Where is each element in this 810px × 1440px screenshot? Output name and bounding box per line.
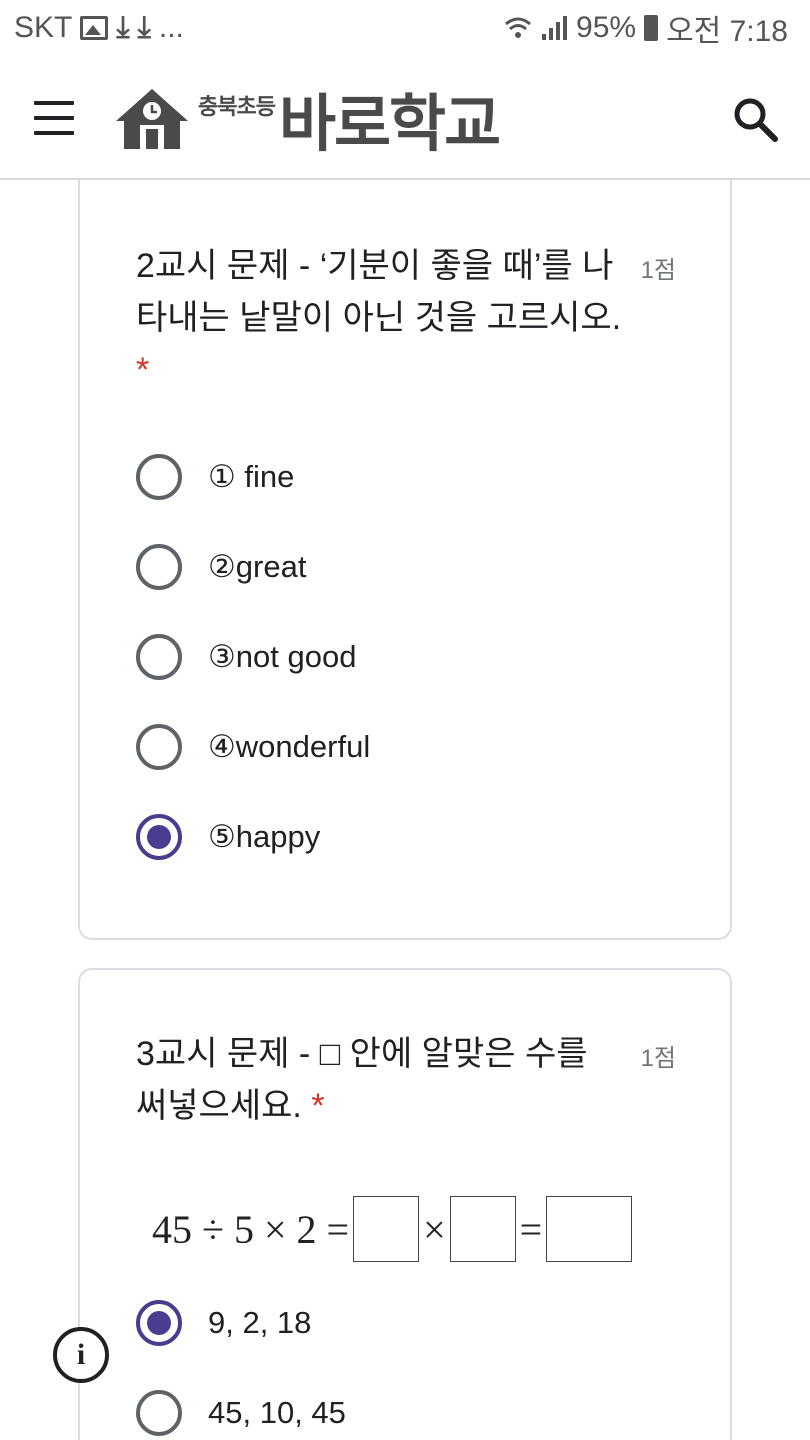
option-label: ③not good [208, 639, 357, 674]
signal-icon [542, 16, 568, 40]
question-header: 3교시 문제 - □ 안에 알맞은 수를 써넣으세요. * 1점 [136, 1028, 676, 1132]
answer-box [449, 1196, 516, 1262]
option-wonderful[interactable]: ④wonderful [136, 702, 370, 792]
battery-icon [644, 15, 659, 41]
option-label: ① fine [208, 459, 295, 494]
clock: 오전 7:18 [666, 15, 788, 48]
menu-button[interactable] [26, 96, 82, 140]
radio-button[interactable] [136, 634, 182, 680]
status-left: SKT ⤓ ⤓ ... [14, 11, 184, 45]
answer-box [353, 1196, 420, 1262]
question-title-text: 3교시 문제 - □ 안에 알맞은 수를 써넣으세요. [136, 1035, 588, 1125]
question-card-3: 3교시 문제 - □ 안에 알맞은 수를 써넣으세요. * 1점 45 ÷ 5 … [78, 968, 732, 1440]
logo-region-text: 충북초등 [198, 94, 276, 119]
battery-percent: 95% [576, 11, 637, 44]
math-equation-image: 45 ÷ 5 × 2 = × = [150, 1196, 634, 1262]
options-list: ① fine ②great ③not good ④wonderful ⑤happ… [136, 432, 370, 882]
app-bar: 충북초등 바로학교 [0, 56, 810, 180]
question-header: 2교시 문제 - ‘기분이 좋을 때’를 나타내는 낱말이 아닌 것을 고르시오… [136, 240, 676, 396]
radio-button[interactable] [136, 724, 182, 770]
image-icon [80, 16, 109, 40]
carrier-label: SKT [14, 11, 73, 44]
option-label: ④wonderful [208, 729, 371, 764]
equation-equals: = [519, 1206, 543, 1252]
status-bar: SKT ⤓ ⤓ ... 95% 오전 7:18 [0, 0, 810, 56]
download-icon: ⤓ [137, 11, 151, 44]
required-mark: * [311, 1087, 325, 1125]
option-great[interactable]: ②great [136, 522, 370, 612]
school-house-icon [116, 89, 188, 149]
question-title-text: 2교시 문제 - ‘기분이 좋을 때’를 나타내는 낱말이 아닌 것을 고르시오… [136, 247, 622, 337]
download-icon: ⤓ [116, 11, 130, 44]
option-label: ⑤happy [208, 819, 321, 854]
option-45-10-45[interactable]: 45, 10, 45 [136, 1368, 346, 1440]
logo-title-text: 바로학교 [278, 90, 501, 159]
search-icon[interactable] [730, 94, 780, 144]
required-mark: * [136, 351, 150, 389]
radio-button-selected[interactable] [136, 1300, 182, 1346]
option-fine[interactable]: ① fine [136, 432, 370, 522]
radio-button[interactable] [136, 544, 182, 590]
question-title: 2교시 문제 - ‘기분이 좋을 때’를 나타내는 낱말이 아닌 것을 고르시오… [136, 240, 626, 396]
info-icon[interactable]: i [53, 1327, 109, 1383]
equation-lhs: 45 ÷ 5 × 2 = [152, 1206, 350, 1252]
option-happy[interactable]: ⑤happy [136, 792, 370, 882]
option-label: 9, 2, 18 [208, 1305, 312, 1340]
radio-button[interactable] [136, 1390, 182, 1436]
option-not-good[interactable]: ③not good [136, 612, 370, 702]
radio-button[interactable] [136, 454, 182, 500]
school-logo[interactable]: 충북초등 바로학교 [114, 76, 501, 160]
question-points: 1점 [640, 1045, 676, 1072]
status-right: 95% 오전 7:18 [504, 6, 788, 50]
more-notifications: ... [158, 11, 184, 44]
answer-box [546, 1196, 633, 1262]
option-label: ②great [208, 549, 307, 584]
question-title: 3교시 문제 - □ 안에 알맞은 수를 써넣으세요. * [136, 1028, 626, 1132]
option-9-2-18[interactable]: 9, 2, 18 [136, 1278, 346, 1368]
question-card-2: 2교시 문제 - ‘기분이 좋을 때’를 나타내는 낱말이 아닌 것을 고르시오… [78, 180, 732, 940]
menu-icon-line [34, 101, 74, 105]
radio-button-selected[interactable] [136, 814, 182, 860]
menu-icon-line [34, 131, 74, 135]
equation-times: × [423, 1206, 446, 1252]
menu-icon-line [34, 116, 74, 120]
wifi-icon [505, 17, 531, 38]
option-label: 45, 10, 45 [208, 1395, 346, 1430]
options-list: 9, 2, 18 45, 10, 45 [136, 1278, 346, 1440]
question-points: 1점 [640, 257, 676, 284]
